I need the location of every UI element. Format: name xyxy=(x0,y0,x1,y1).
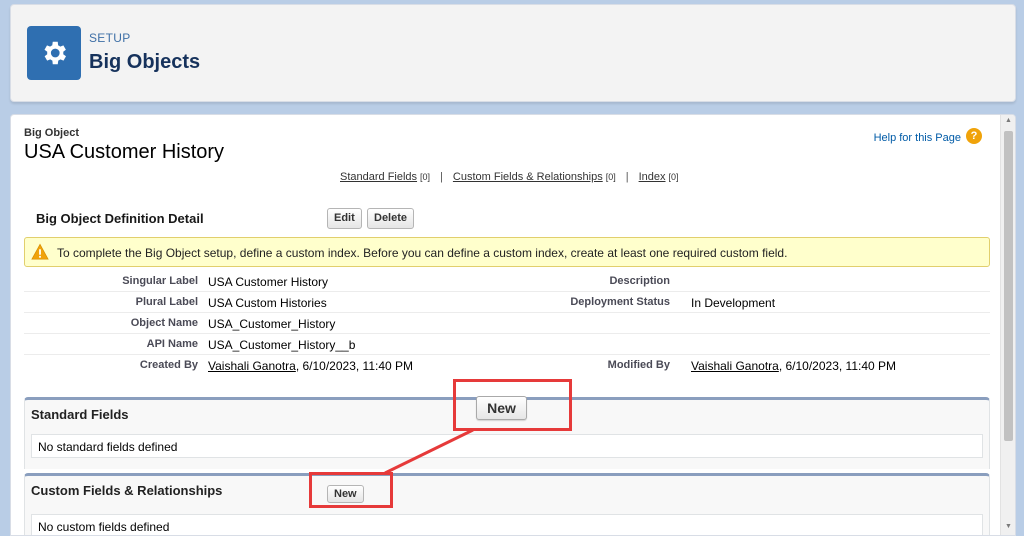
detail-row: Created By Vaishali Ganotra, 6/10/2023, … xyxy=(24,355,990,376)
detail-row: Singular Label USA Customer History Desc… xyxy=(24,271,990,292)
created-by-user-link[interactable]: Vaishali Ganotra xyxy=(208,359,296,373)
help-link[interactable]: Help for this Page xyxy=(874,132,961,144)
related-link-standard-fields[interactable]: Standard Fields [0] xyxy=(340,171,430,183)
detail-value: USA Custom Histories xyxy=(208,296,327,310)
detail-label: Plural Label xyxy=(135,296,198,308)
modified-by-user-link[interactable]: Vaishali Ganotra xyxy=(691,359,779,373)
detail-table: Singular Label USA Customer History Desc… xyxy=(24,271,990,376)
detail-label: API Name xyxy=(146,338,198,350)
created-by-value: Vaishali Ganotra, 6/10/2023, 11:40 PM xyxy=(208,359,414,373)
detail-section-title: Big Object Definition Detail xyxy=(36,211,204,226)
related-list-links: Standard Fields [0] | Custom Fields & Relat… xyxy=(340,171,679,183)
custom-fields-section: Custom Fields & Relationships New No cus… xyxy=(24,473,990,535)
scroll-thumb[interactable] xyxy=(1004,131,1013,441)
custom-fields-empty: No custom fields defined xyxy=(31,514,983,535)
object-name-heading: USA Customer History xyxy=(24,141,225,163)
detail-row: Plural Label USA Custom Histories Deploy… xyxy=(24,292,990,313)
detail-label: Singular Label xyxy=(122,275,198,287)
warning-text: To complete the Big Object setup, define… xyxy=(57,246,788,260)
detail-value: USA_Customer_History__b xyxy=(208,338,356,352)
page-title: Big Objects xyxy=(89,51,201,73)
setup-eyebrow: SETUP xyxy=(89,31,131,45)
modified-by-label: Modified By xyxy=(607,359,670,371)
created-by-label: Created By xyxy=(139,359,198,371)
scroll-down-arrow-icon[interactable]: ▼ xyxy=(1001,523,1015,533)
warning-banner: To complete the Big Object setup, define… xyxy=(24,237,990,267)
related-link-index[interactable]: Index [0] xyxy=(639,171,679,183)
detail-value: In Development xyxy=(691,296,776,310)
detail-label: Description xyxy=(609,275,670,287)
detail-row: Object Name USA_Customer_History xyxy=(24,313,990,334)
detail-value: USA_Customer_History xyxy=(208,317,336,331)
vertical-scrollbar[interactable]: ▲ ▼ xyxy=(1000,115,1015,535)
custom-fields-title: Custom Fields & Relationships xyxy=(31,483,223,498)
content-panel: Big Object USA Customer History Help for… xyxy=(10,114,1016,536)
detail-label: Object Name xyxy=(130,317,198,329)
detail-label: Deployment Status xyxy=(570,296,670,308)
callout-highlight-small xyxy=(309,472,393,508)
scroll-up-arrow-icon[interactable]: ▲ xyxy=(1001,117,1015,127)
page-header: SETUP Big Objects xyxy=(10,4,1016,102)
related-link-custom-fields[interactable]: Custom Fields & Relationships [0] xyxy=(453,171,616,183)
modified-by-value: Vaishali Ganotra, 6/10/2023, 11:40 PM xyxy=(691,359,897,373)
delete-button[interactable]: Delete xyxy=(367,208,415,229)
callout-new-button: New xyxy=(476,396,527,420)
edit-button[interactable]: Edit xyxy=(327,208,362,229)
detail-row: API Name USA_Customer_History__b xyxy=(24,334,990,355)
detail-value: USA Customer History xyxy=(208,275,329,289)
question-icon[interactable]: ? xyxy=(966,128,982,144)
warning-icon xyxy=(31,243,49,260)
gear-icon xyxy=(27,26,81,80)
standard-fields-title: Standard Fields xyxy=(31,407,129,422)
object-type-label: Big Object xyxy=(24,127,80,139)
standard-fields-empty: No standard fields defined xyxy=(31,434,983,458)
